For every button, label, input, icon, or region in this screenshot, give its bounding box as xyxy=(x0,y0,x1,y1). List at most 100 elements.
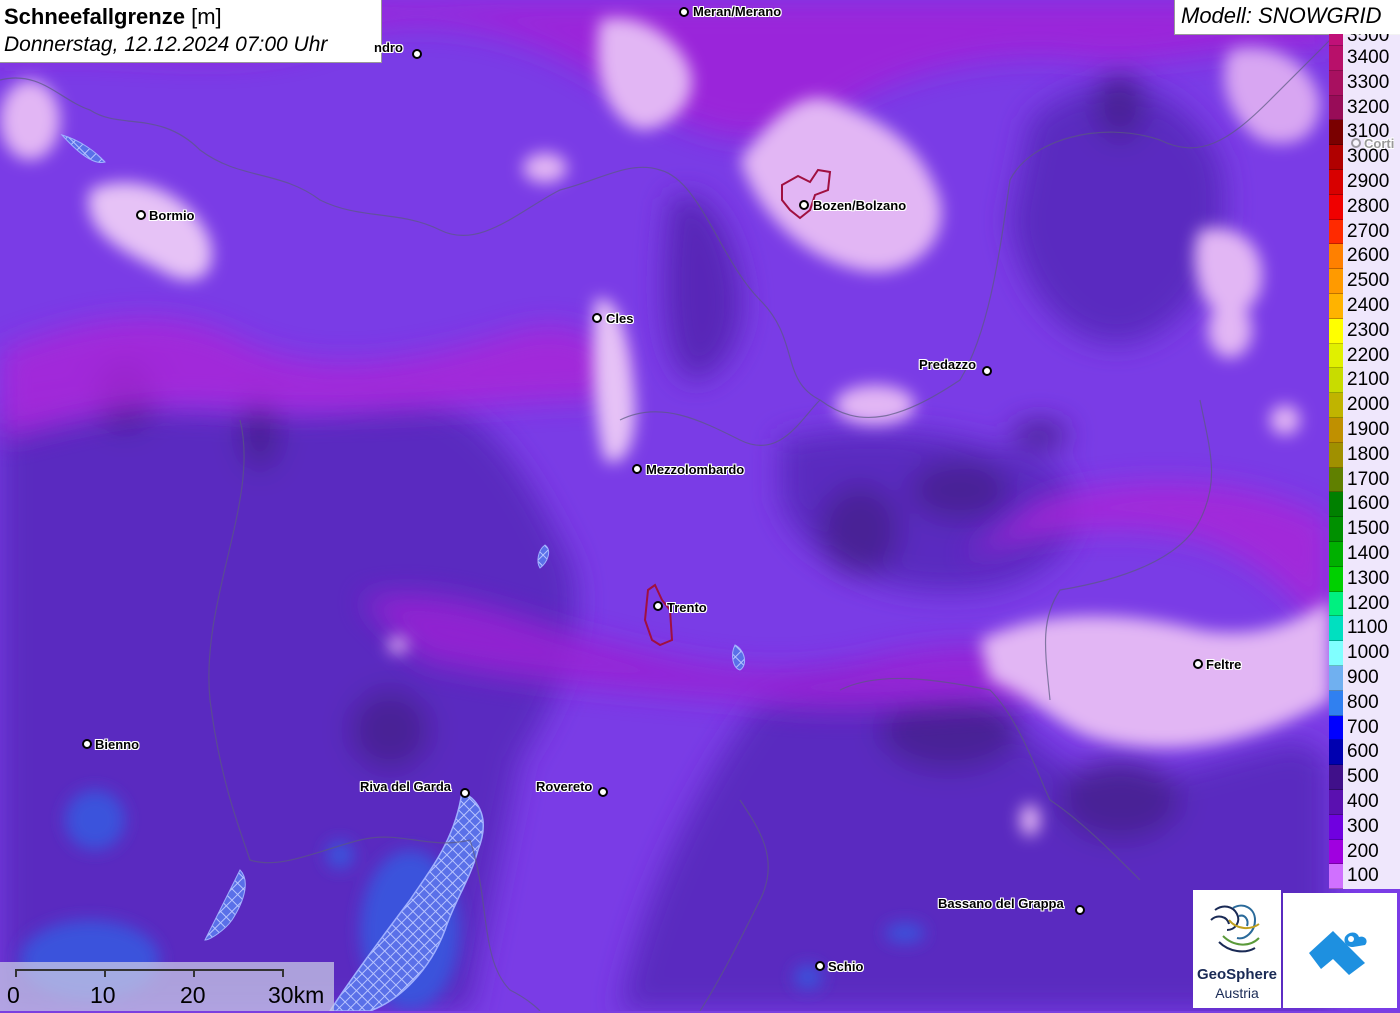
city-label[interactable]: Bienno xyxy=(95,737,139,752)
scale-label-30km: 30km xyxy=(268,982,325,1008)
legend-swatch xyxy=(1329,343,1343,369)
map-title: Schneefallgrenze [m] xyxy=(4,3,377,31)
legend-row: 3300 xyxy=(1329,70,1400,96)
legend-row: 2700 xyxy=(1329,219,1400,245)
legend-row: 1300 xyxy=(1329,566,1400,592)
legend-label: 1900 xyxy=(1343,417,1400,443)
legend-row: 2100 xyxy=(1329,368,1400,394)
city-label[interactable]: Corti xyxy=(1364,136,1394,151)
legend-row: 2900 xyxy=(1329,169,1400,195)
city-label[interactable]: Bozen/Bolzano xyxy=(813,198,906,213)
legend-swatch xyxy=(1329,690,1343,716)
city-label[interactable]: Feltre xyxy=(1206,657,1241,672)
legend-row: 1400 xyxy=(1329,541,1400,567)
legend-row: 900 xyxy=(1329,665,1400,691)
city-label[interactable]: Cles xyxy=(606,311,633,326)
map-title-box: Schneefallgrenze [m] Donnerstag, 12.12.2… xyxy=(0,0,382,63)
city-label[interactable]: Trento xyxy=(667,600,707,615)
city-marker xyxy=(632,464,642,474)
legend-label: 2800 xyxy=(1343,194,1400,220)
legend-label: 300 xyxy=(1343,814,1400,840)
legend-label: 2500 xyxy=(1343,269,1400,294)
city-marker xyxy=(1075,905,1085,915)
legend-label: 1400 xyxy=(1343,541,1400,567)
legend-row: 1600 xyxy=(1329,492,1400,518)
legend-swatch xyxy=(1329,120,1343,146)
city-marker xyxy=(460,788,470,798)
legend-swatch xyxy=(1329,269,1343,294)
legend-row: 800 xyxy=(1329,690,1400,716)
geosphere-logo-line1: GeoSphere xyxy=(1196,966,1278,983)
legend-row: 1000 xyxy=(1329,641,1400,666)
scale-label-20: 20 xyxy=(180,982,206,1008)
legend-swatch xyxy=(1329,368,1343,394)
legend-swatch xyxy=(1329,566,1343,592)
geosphere-logo[interactable]: GeoSphere Austria xyxy=(1193,890,1281,1008)
city-marker xyxy=(598,787,608,797)
legend-row: 200 xyxy=(1329,839,1400,865)
legend-swatch xyxy=(1329,740,1343,766)
legend-label: 3500 xyxy=(1343,34,1400,46)
map-datetime: Donnerstag, 12.12.2024 07:00 Uhr xyxy=(4,33,328,56)
legend-label: 400 xyxy=(1343,789,1400,815)
legend-swatch xyxy=(1329,318,1343,344)
legend-swatch xyxy=(1329,46,1343,71)
legend-label: 1800 xyxy=(1343,442,1400,468)
legend-row: 2000 xyxy=(1329,393,1400,418)
city-marker xyxy=(1193,659,1203,669)
city-marker xyxy=(1351,138,1361,148)
model-label: Modell: SNOWGRID xyxy=(1174,0,1400,35)
legend-label: 1000 xyxy=(1343,641,1400,666)
legend-row: 2500 xyxy=(1329,269,1400,294)
legend-row: 700 xyxy=(1329,715,1400,741)
city-marker xyxy=(815,961,825,971)
legend-label: 800 xyxy=(1343,690,1400,716)
city-label[interactable]: Mezzolombardo xyxy=(646,462,744,477)
legend-swatch xyxy=(1329,517,1343,542)
city-marker xyxy=(412,49,422,59)
scale-line xyxy=(15,969,283,971)
legend-row: 1500 xyxy=(1329,517,1400,542)
city-label[interactable]: Schio xyxy=(828,959,863,974)
city-label[interactable]: Bassano del Grappa xyxy=(938,896,1064,911)
legend-label: 2300 xyxy=(1343,318,1400,344)
legend-swatch xyxy=(1329,393,1343,418)
legend-row: 3200 xyxy=(1329,95,1400,121)
city-label[interactable]: Rovereto xyxy=(536,779,592,794)
legend-label: 2600 xyxy=(1343,244,1400,270)
geosphere-logo-icon xyxy=(1210,904,1260,953)
legend-swatch xyxy=(1329,715,1343,741)
legend-label: 700 xyxy=(1343,715,1400,741)
legend-swatch xyxy=(1329,591,1343,617)
legend-swatch xyxy=(1329,814,1343,840)
legend-label: 2400 xyxy=(1343,293,1400,319)
city-label[interactable]: Riva del Garda xyxy=(360,779,451,794)
legend-label: 100 xyxy=(1343,864,1400,890)
scale-bar: 0 10 20 30km xyxy=(0,962,334,1011)
legend-label: 2700 xyxy=(1343,219,1400,245)
legend-swatch xyxy=(1329,244,1343,270)
city-label[interactable]: ndro xyxy=(374,40,403,55)
legend-label: 2900 xyxy=(1343,169,1400,195)
legend-label: 2200 xyxy=(1343,343,1400,369)
legend-label: 1300 xyxy=(1343,566,1400,592)
legend-row: 2300 xyxy=(1329,318,1400,344)
city-label[interactable]: Bormio xyxy=(149,208,195,223)
city-label[interactable]: Predazzo xyxy=(919,357,976,372)
legend-label: 3200 xyxy=(1343,95,1400,121)
legend-row: 2400 xyxy=(1329,293,1400,319)
snowfall-line-map[interactable] xyxy=(0,0,1400,1011)
legend-label: 1100 xyxy=(1343,616,1400,642)
city-label[interactable]: Meran/Merano xyxy=(693,4,781,19)
legend-swatch xyxy=(1329,145,1343,170)
legend: 3500 3400 3300 3200 3100 3000 2900 2800 2700 2600… xyxy=(1329,34,1400,890)
snowgrid-logo[interactable] xyxy=(1283,893,1397,1008)
city-marker xyxy=(799,200,809,210)
legend-label: 2100 xyxy=(1343,368,1400,394)
legend-row: 100 xyxy=(1329,864,1400,890)
legend-swatch xyxy=(1329,95,1343,121)
snowgrid-mountain-icon xyxy=(1309,931,1367,975)
legend-label: 500 xyxy=(1343,765,1400,790)
legend-row: 3500 xyxy=(1329,34,1400,46)
legend-swatch xyxy=(1329,34,1343,46)
